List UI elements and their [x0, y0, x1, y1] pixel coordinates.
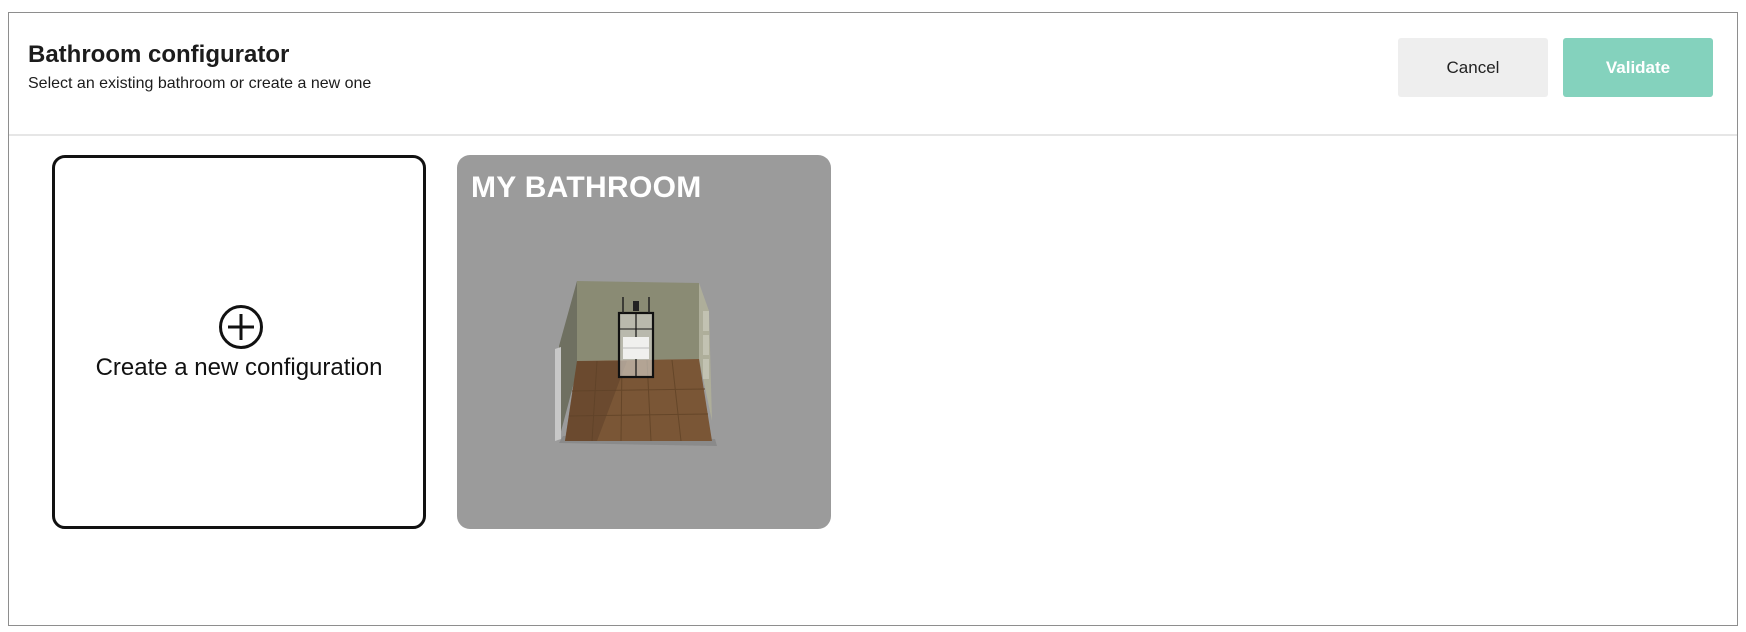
bathroom-3d-preview	[555, 281, 717, 446]
plus-circle-icon	[219, 305, 263, 349]
page-subtitle: Select an existing bathroom or create a …	[28, 75, 372, 92]
cancel-button[interactable]: Cancel	[1398, 38, 1548, 97]
dialog-header: Bathroom configurator Select an existing…	[9, 13, 1737, 136]
create-configuration-card[interactable]: Create a new configuration	[52, 155, 426, 529]
bathroom-card-title: MY BATHROOM	[471, 171, 702, 204]
bathroom-configurator-dialog: Bathroom configurator Select an existing…	[8, 12, 1738, 626]
validate-button[interactable]: Validate	[1563, 38, 1713, 97]
page-title: Bathroom configurator	[28, 41, 290, 68]
bathroom-card[interactable]: MY BATHROOM	[457, 155, 831, 529]
create-configuration-label: Create a new configuration	[95, 354, 383, 381]
